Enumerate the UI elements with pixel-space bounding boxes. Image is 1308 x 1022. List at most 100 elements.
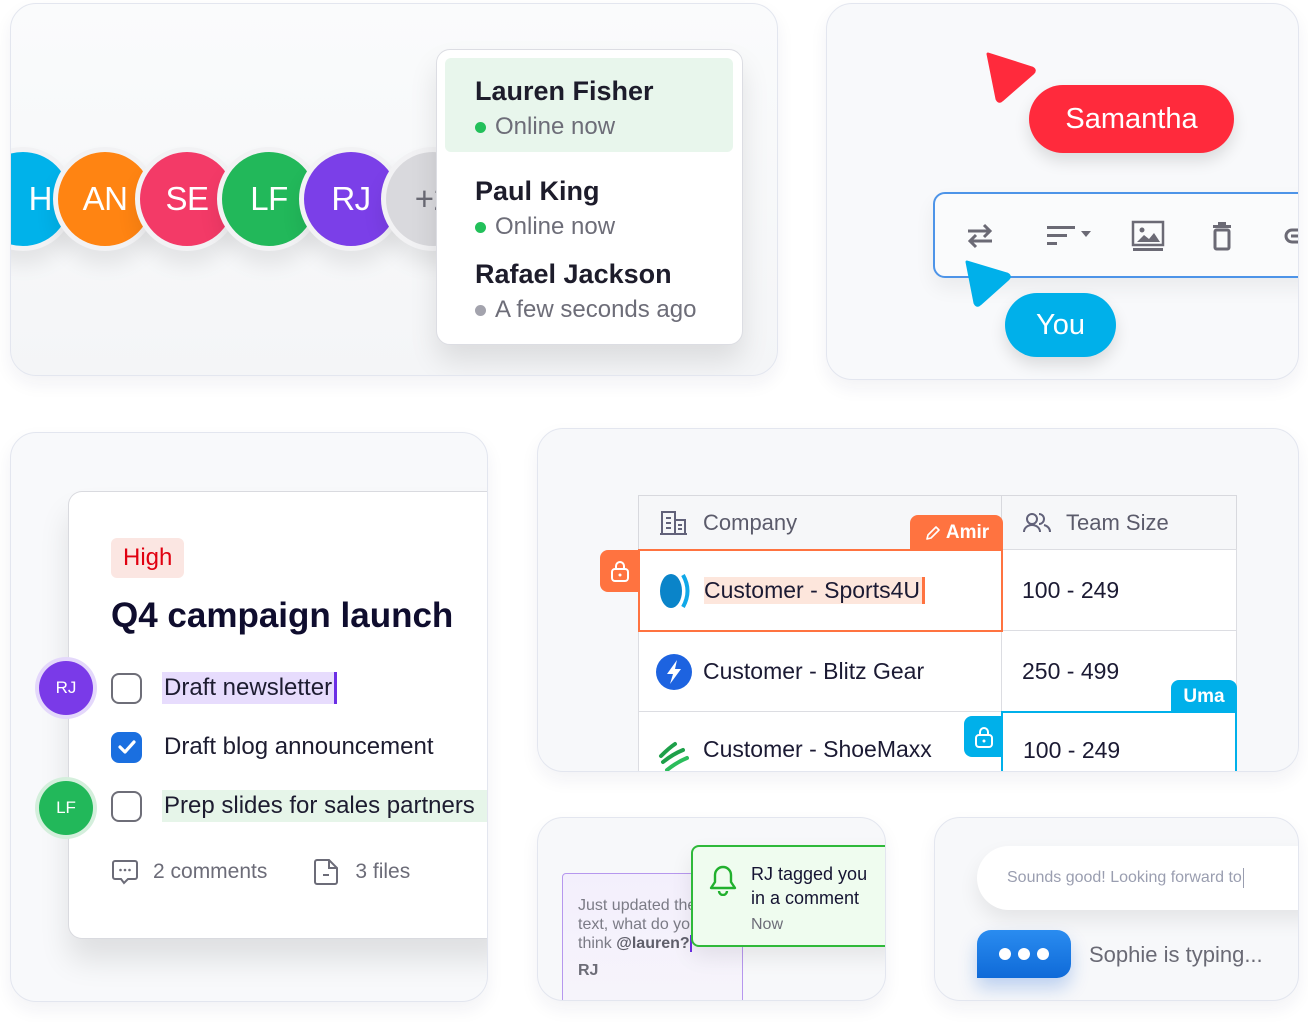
cell-text: 100 - 249 [1023,737,1121,763]
delete-button[interactable] [1211,218,1233,254]
message-input[interactable]: Sounds good! Looking forward to [977,846,1298,910]
text-caret [1242,868,1245,888]
building-icon [660,511,687,535]
trash-icon [1213,222,1231,251]
comment-text-part: think [578,935,617,952]
status-text: A few seconds ago [495,296,697,323]
table-cell-company[interactable]: Customer - ShoeMaxx [638,711,1003,771]
notification-line: in a comment [751,888,860,908]
user-name: Paul King [475,176,600,206]
assignee-avatar[interactable]: LF [39,781,93,835]
link-button[interactable] [1283,218,1298,254]
lock-badge [600,550,640,592]
cell-text: 250 - 499 [1022,658,1120,684]
column-header-team-size[interactable]: Team Size [1001,495,1237,551]
comment-author: RJ [578,962,599,979]
typing-dot [1037,948,1049,960]
input-text: Sounds good! Looking forward to [1007,869,1242,886]
samantha-cursor-icon [986,52,1036,103]
header-label: Company [703,510,798,535]
lock-badge [964,716,1003,757]
cell-text: Customer - ShoeMaxx [703,736,932,762]
blitz-gear-logo-icon [656,653,692,690]
header-label: Team Size [1066,510,1169,535]
cursor-name: You [1036,308,1085,341]
user-name: Lauren Fisher [475,76,654,106]
avatar-initials: H [28,180,53,217]
you-cursor-icon [965,260,1011,307]
comments-count[interactable]: 2 comments [153,860,267,884]
typing-indicator-icon [977,930,1071,978]
editor-tag-amir: Amir [910,515,1003,550]
image-icon [1131,220,1165,251]
checkmark-icon [117,740,136,754]
live-cursors-card: Samantha You [826,3,1299,380]
task-title: Q4 campaign launch [111,596,454,635]
comment-icon [112,860,138,885]
task-card[interactable]: High Q4 campaign launch Draft newsletter… [68,491,487,939]
mention-card: Just updated the text, what do you think… [537,817,886,1001]
table-card: Company Team Size Customer - Sports4U 10… [537,428,1299,772]
sports4u-logo-icon [660,573,690,608]
avatar-initials: SE [165,180,209,217]
you-cursor-label: You [1005,293,1116,357]
mention-link[interactable]: @lauren? [616,935,692,952]
avatar-initials: RJ [55,678,77,697]
cell-text: Customer - Blitz Gear [703,658,925,684]
chat-card: Sounds good! Looking forward to Sophie i… [934,817,1299,1001]
status-text: Online now [495,113,616,140]
presence-item[interactable]: Paul King Online now [445,158,733,241]
insert-image-button[interactable] [1131,218,1165,254]
swap-arrows-icon [967,223,993,249]
editor-name: Amir [945,521,990,543]
notification-line: RJ tagged you [751,864,868,884]
user-status: A few seconds ago [475,296,733,324]
offline-dot-icon [475,304,486,316]
task-card-container: High Q4 campaign launch Draft newsletter… [10,432,488,1002]
lock-icon [611,561,629,582]
notification-toast[interactable]: RJ tagged you in a comment Now [691,845,885,947]
priority-badge: High [111,538,185,578]
notification-time: Now [751,916,784,933]
avatar-initials: LF [250,180,288,217]
editor-tag-uma: Uma [1171,680,1237,713]
checkbox[interactable] [111,672,142,704]
users-icon [1023,513,1051,533]
checklist-label[interactable]: Draft newsletter [162,672,338,704]
presence-card: H AN SE LF RJ +2 Lauren Fisher Online no… [10,3,778,376]
checklist-label[interactable]: Draft blog announcement [162,731,436,763]
table-cell-company[interactable]: Customer - Sports4U [638,549,1003,632]
align-dropdown-button[interactable] [1045,218,1095,254]
typing-dot [999,948,1011,960]
user-status: Online now [475,213,733,241]
online-dot-icon [475,121,486,133]
cell-text: 100 - 249 [1022,577,1120,603]
pencil-icon [926,525,940,540]
checklist-item: Draft blog announcement [111,731,436,763]
checkbox-checked[interactable] [111,731,142,763]
samantha-cursor-label: Samantha [1029,85,1234,153]
avatar-initials: RJ [331,180,371,217]
checklist-label[interactable]: Prep slides for sales partners [162,790,487,822]
file-icon [314,859,339,885]
swap-button[interactable] [965,218,995,254]
shoemaxx-logo-icon [659,742,689,771]
avatar-initials: LF [56,798,76,817]
presence-item[interactable]: Rafael Jackson A few seconds ago [445,241,733,331]
notification-text: RJ tagged you in a comment Now [751,862,867,937]
user-status: Online now [475,113,733,141]
files-count[interactable]: 3 files [355,860,410,884]
checklist-item: Draft newsletter [111,672,338,704]
cell-text[interactable]: Customer - Sports4U [704,577,926,604]
typing-dot [1018,948,1030,960]
checkbox[interactable] [111,790,142,822]
table-cell-team-size[interactable]: 100 - 249 [1001,711,1237,771]
table-cell-company[interactable]: Customer - Blitz Gear [638,630,1003,713]
table-cell-team-size[interactable]: 100 - 249 [1001,549,1237,632]
typing-status: Sophie is typing... [1089,942,1263,967]
align-dropdown-icon [1047,226,1091,245]
task-footer: 2 comments 3 files [111,858,410,886]
presence-item[interactable]: Lauren Fisher Online now [445,58,733,152]
assignee-avatar[interactable]: RJ [39,661,93,715]
user-name: Rafael Jackson [475,259,672,289]
